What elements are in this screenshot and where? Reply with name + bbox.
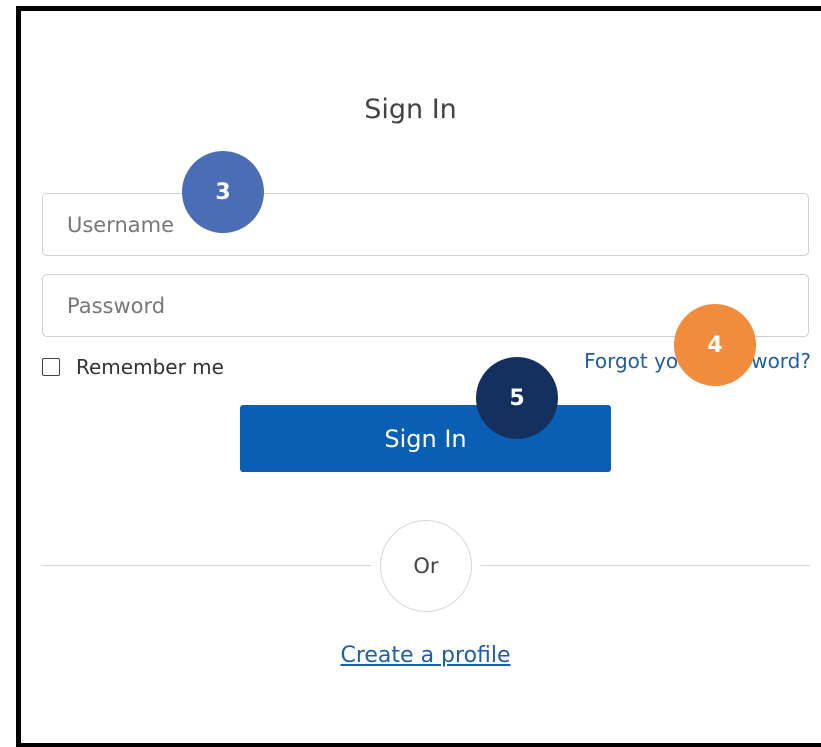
step-badge-number: 4 (707, 332, 723, 358)
remember-me-checkbox[interactable] (42, 358, 60, 376)
divider-line-left (42, 565, 371, 566)
step-badge-number: 5 (509, 385, 525, 411)
create-profile-link[interactable]: Create a profile (0, 643, 821, 668)
username-input[interactable] (42, 193, 809, 256)
or-divider: Or (380, 520, 472, 612)
step-badge-number: 3 (215, 179, 231, 205)
remember-me-option[interactable]: Remember me (42, 352, 224, 382)
page-title: Sign In (364, 94, 457, 125)
step-badge-4: 4 (674, 304, 756, 386)
step-badge-5: 5 (476, 357, 558, 439)
step-badge-3: 3 (182, 151, 264, 233)
remember-me-label: Remember me (76, 355, 224, 379)
sign-in-button[interactable]: Sign In (240, 405, 611, 472)
or-label: Or (413, 554, 439, 578)
divider-line-right (481, 565, 810, 566)
